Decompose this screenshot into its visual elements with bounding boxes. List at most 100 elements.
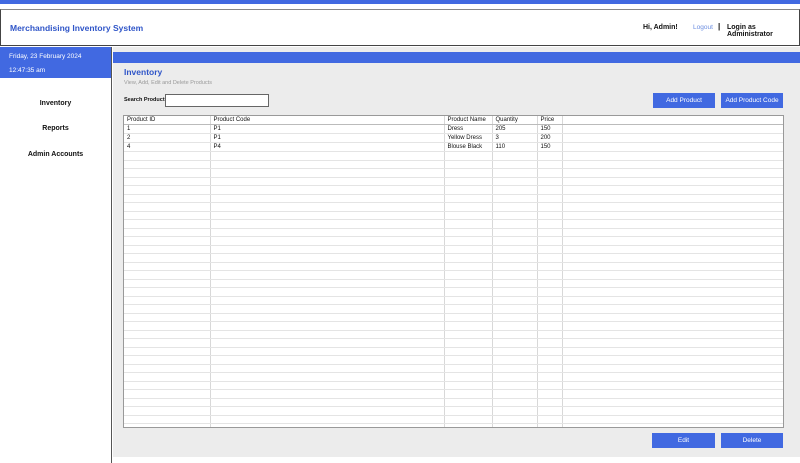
empty-cell — [492, 313, 538, 322]
column-header-quantity[interactable]: Quantity — [492, 116, 538, 125]
empty-cell — [210, 415, 445, 424]
empty-cell — [124, 160, 211, 169]
table-header-row: Product ID Product Code Product Name Qua… — [124, 116, 783, 125]
empty-cell — [492, 398, 538, 407]
empty-table-row — [124, 160, 783, 169]
empty-cell — [492, 194, 538, 203]
cell-quantity: 3 — [492, 133, 538, 143]
empty-table-row — [124, 194, 783, 203]
empty-cell — [562, 151, 783, 161]
empty-cell — [492, 330, 538, 339]
empty-cell — [562, 253, 783, 263]
column-header-product-name[interactable]: Product Name — [444, 116, 493, 125]
logout-link[interactable]: Logout — [693, 24, 713, 31]
empty-table-row — [124, 177, 783, 186]
empty-cell — [492, 202, 538, 212]
empty-cell — [492, 296, 538, 305]
main-accent-band — [113, 52, 800, 63]
empty-cell — [210, 423, 445, 427]
empty-cell — [492, 415, 538, 424]
empty-cell — [537, 296, 563, 305]
empty-cell — [124, 151, 211, 161]
empty-cell — [210, 177, 445, 186]
current-date: Friday, 23 February 2024 — [9, 53, 82, 60]
inventory-table-container[interactable]: Product ID Product Code Product Name Qua… — [123, 115, 784, 428]
empty-cell — [537, 287, 563, 297]
empty-cell — [210, 279, 445, 288]
empty-cell — [210, 381, 445, 390]
empty-cell — [124, 253, 211, 263]
empty-cell — [537, 262, 563, 271]
empty-cell — [210, 168, 445, 178]
empty-cell — [210, 262, 445, 271]
empty-cell — [537, 185, 563, 195]
empty-cell — [444, 381, 493, 390]
empty-cell — [492, 219, 538, 229]
empty-cell — [537, 321, 563, 331]
sidebar-item-reports[interactable]: Reports — [0, 125, 111, 132]
empty-cell — [444, 406, 493, 416]
cell-product-code: P4 — [210, 142, 445, 152]
empty-cell — [537, 398, 563, 407]
delete-button[interactable]: Delete — [721, 433, 783, 448]
cell-product-code: P1 — [210, 133, 445, 143]
table-row[interactable]: 2 P1 Yellow Dress 3 200 — [124, 133, 783, 143]
cell-filler — [562, 133, 783, 143]
empty-cell — [124, 185, 211, 195]
add-product-code-button[interactable]: Add Product Code — [721, 93, 783, 108]
empty-table-row — [124, 304, 783, 314]
empty-table-row — [124, 347, 783, 356]
sidebar-item-admin-accounts[interactable]: Admin Accounts — [0, 151, 111, 158]
greeting-text: Hi, Admin! — [643, 24, 678, 31]
empty-cell — [444, 151, 493, 161]
page-subtitle: View, Add, Edit and Delete Products — [124, 80, 212, 86]
empty-cell — [537, 168, 563, 178]
empty-cell — [537, 364, 563, 373]
empty-cell — [562, 245, 783, 254]
empty-cell — [537, 304, 563, 314]
empty-cell — [210, 219, 445, 229]
empty-cell — [537, 406, 563, 416]
empty-cell — [124, 313, 211, 322]
empty-cell — [444, 389, 493, 399]
empty-table-row — [124, 398, 783, 407]
empty-cell — [537, 177, 563, 186]
add-product-button[interactable]: Add Product — [653, 93, 715, 108]
empty-cell — [537, 270, 563, 280]
column-header-product-id[interactable]: Product ID — [124, 116, 211, 125]
empty-cell — [444, 415, 493, 424]
empty-cell — [444, 228, 493, 237]
search-input[interactable] — [165, 94, 269, 107]
empty-cell — [124, 355, 211, 365]
sidebar: Friday, 23 February 2024 12:47:35 am Inv… — [0, 47, 112, 463]
empty-table-row — [124, 330, 783, 339]
app-header: Merchandising Inventory System Hi, Admin… — [0, 9, 800, 46]
empty-cell — [492, 228, 538, 237]
empty-cell — [562, 219, 783, 229]
empty-cell — [562, 406, 783, 416]
empty-cell — [124, 219, 211, 229]
empty-cell — [444, 177, 493, 186]
empty-cell — [210, 245, 445, 254]
empty-cell — [444, 279, 493, 288]
empty-cell — [562, 177, 783, 186]
empty-cell — [537, 355, 563, 365]
table-row[interactable]: 1 P1 Dress 205 150 — [124, 124, 783, 134]
sidebar-item-inventory[interactable]: Inventory — [0, 100, 111, 107]
column-header-price[interactable]: Price — [537, 116, 563, 125]
empty-cell — [562, 355, 783, 365]
edit-button[interactable]: Edit — [652, 433, 715, 448]
column-header-product-code[interactable]: Product Code — [210, 116, 445, 125]
empty-cell — [562, 279, 783, 288]
empty-cell — [492, 355, 538, 365]
table-row[interactable]: 4 P4 Blouse Black 110 150 — [124, 142, 783, 152]
empty-cell — [444, 202, 493, 212]
empty-cell — [492, 364, 538, 373]
empty-cell — [124, 389, 211, 399]
empty-cell — [562, 185, 783, 195]
empty-cell — [562, 296, 783, 305]
empty-cell — [492, 160, 538, 169]
empty-cell — [444, 211, 493, 220]
cell-product-code: P1 — [210, 124, 445, 134]
empty-cell — [492, 321, 538, 331]
